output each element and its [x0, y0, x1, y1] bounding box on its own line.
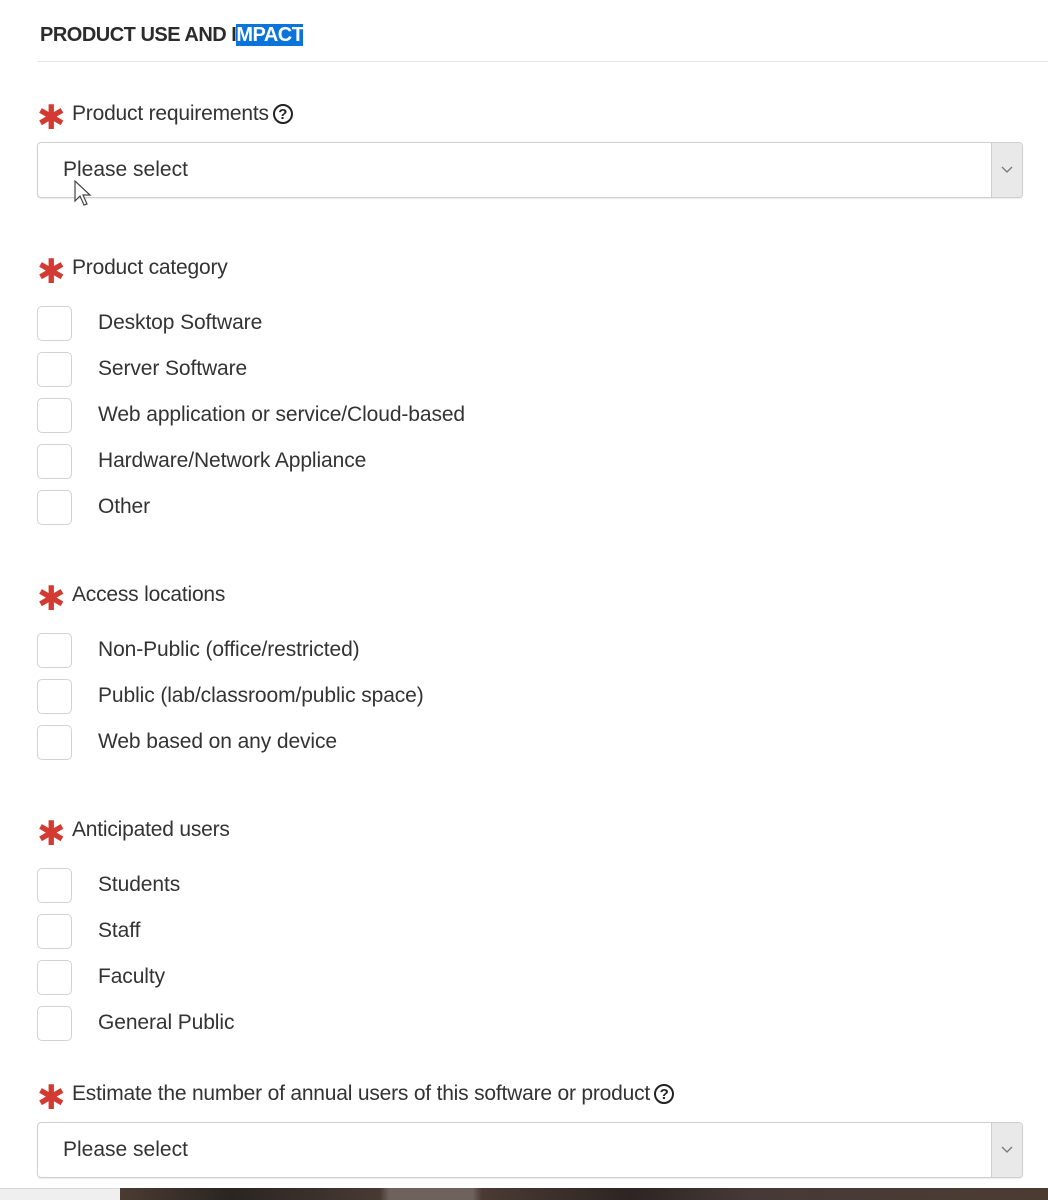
background-image-strip	[0, 1188, 1048, 1200]
required-asterisk-icon: ✱	[37, 1079, 66, 1117]
required-asterisk-icon: ✱	[37, 253, 66, 291]
checkbox-label: Web application or service/Cloud-based	[98, 403, 466, 426]
checkbox-general-public[interactable]: General Public	[37, 1005, 234, 1041]
required-asterisk-icon: ✱	[37, 815, 66, 853]
checkbox-desktop-software[interactable]: Desktop Software	[37, 305, 262, 341]
section-divider	[37, 61, 1048, 62]
required-asterisk-icon: ✱	[37, 580, 66, 618]
question-circle-icon[interactable]: ?	[272, 104, 293, 124]
access-locations-label-text: Access locations	[72, 583, 226, 606]
checkbox-students[interactable]: Students	[37, 867, 180, 903]
checkbox-label: Desktop Software	[98, 311, 263, 334]
product-requirements-label: ✱ Product requirements ?	[37, 99, 293, 137]
annual-users-select-value: Please select	[63, 1138, 188, 1161]
question-circle-icon[interactable]: ?	[654, 1084, 675, 1104]
checkbox[interactable]	[37, 867, 72, 903]
section-title-selected-text: MPACT	[236, 24, 304, 46]
mouse-cursor-icon	[74, 180, 92, 206]
product-category-label-text: Product category	[72, 256, 228, 279]
section-title: PRODUCT USE AND IMPACT	[40, 24, 304, 47]
checkbox[interactable]	[37, 443, 72, 479]
section-title-text: PRODUCT USE AND I	[40, 24, 237, 46]
checkbox[interactable]	[37, 632, 72, 668]
annual-users-select[interactable]: Please select	[37, 1122, 1023, 1178]
product-requirements-select[interactable]: Please select	[37, 142, 1023, 198]
checkbox-label: Staff	[98, 919, 141, 942]
checkbox-staff[interactable]: Staff	[37, 913, 140, 949]
checkbox[interactable]	[37, 351, 72, 387]
checkbox-label: Server Software	[98, 357, 248, 380]
checkbox-other[interactable]: Other	[37, 489, 150, 525]
access-locations-label: ✱ Access locations	[37, 580, 226, 618]
checkbox-web-application[interactable]: Web application or service/Cloud-based	[37, 397, 465, 433]
checkbox[interactable]	[37, 724, 72, 760]
checkbox[interactable]	[37, 913, 72, 949]
anticipated-users-label-text: Anticipated users	[72, 818, 230, 841]
checkbox-label: Public (lab/classroom/public space)	[98, 684, 424, 707]
chevron-down-icon[interactable]	[991, 143, 1022, 197]
strip-image	[120, 1188, 1048, 1200]
checkbox-label: Hardware/Network Appliance	[98, 449, 367, 472]
chevron-down-icon[interactable]	[991, 1123, 1022, 1177]
strip-left-panel	[0, 1188, 120, 1200]
checkbox[interactable]	[37, 1005, 72, 1041]
checkbox-label: Web based on any device	[98, 730, 337, 753]
checkbox-server-software[interactable]: Server Software	[37, 351, 247, 387]
checkbox-label: Other	[98, 495, 151, 518]
product-requirements-label-text: Product requirements	[72, 102, 269, 125]
checkbox[interactable]	[37, 959, 72, 995]
checkbox-label: Faculty	[98, 965, 165, 988]
checkbox[interactable]	[37, 305, 72, 341]
checkbox-hardware-network-appliance[interactable]: Hardware/Network Appliance	[37, 443, 366, 479]
anticipated-users-label: ✱ Anticipated users	[37, 815, 230, 853]
checkbox-label: General Public	[98, 1011, 235, 1034]
checkbox-faculty[interactable]: Faculty	[37, 959, 165, 995]
checkbox-label: Non-Public (office/restricted)	[98, 638, 360, 661]
checkbox-public[interactable]: Public (lab/classroom/public space)	[37, 678, 424, 714]
checkbox[interactable]	[37, 489, 72, 525]
checkbox-web-based[interactable]: Web based on any device	[37, 724, 337, 760]
checkbox[interactable]	[37, 678, 72, 714]
product-category-label: ✱ Product category	[37, 253, 228, 291]
checkbox[interactable]	[37, 397, 72, 433]
product-requirements-select-value: Please select	[63, 158, 188, 181]
required-asterisk-icon: ✱	[37, 99, 66, 137]
checkbox-non-public[interactable]: Non-Public (office/restricted)	[37, 632, 360, 668]
annual-users-label-text: Estimate the number of annual users of t…	[72, 1082, 651, 1105]
checkbox-label: Students	[98, 873, 181, 896]
annual-users-label: ✱ Estimate the number of annual users of…	[37, 1079, 675, 1117]
